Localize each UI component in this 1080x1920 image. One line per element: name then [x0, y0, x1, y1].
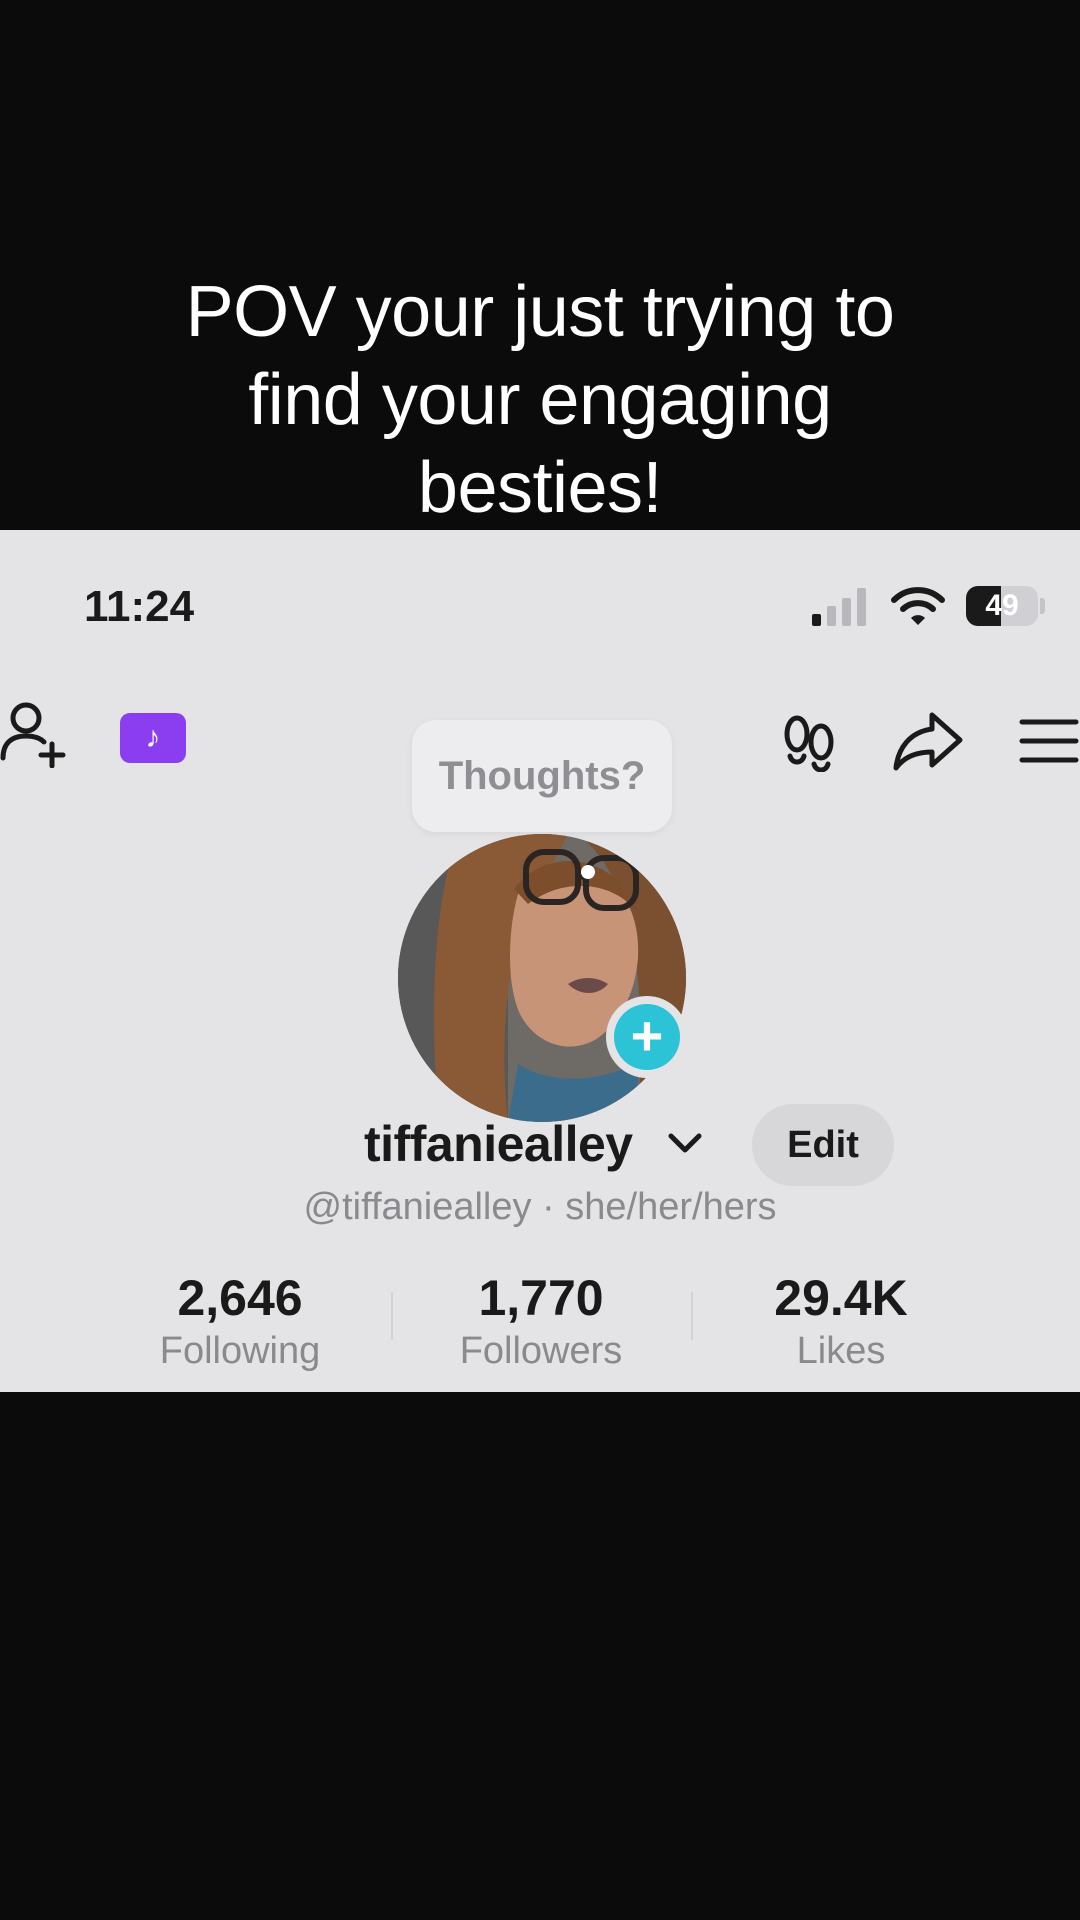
plus-icon: + — [614, 1004, 680, 1070]
stat-likes[interactable]: 29.4K Likes — [691, 1270, 991, 1376]
stat-followers[interactable]: 1,770 Followers — [391, 1270, 691, 1376]
likes-count: 29.4K — [774, 1270, 908, 1326]
share-icon[interactable] — [892, 710, 964, 772]
caption-line-2: find your engaging — [248, 360, 832, 440]
likes-label: Likes — [796, 1330, 886, 1372]
caption-line-3: besties! — [417, 448, 663, 528]
followers-label: Followers — [459, 1330, 623, 1372]
edit-profile-button[interactable]: Edit — [752, 1104, 894, 1186]
menu-icon[interactable] — [1018, 716, 1080, 766]
video-frame: POV your just trying to find your engagi… — [0, 0, 1080, 1920]
stat-following[interactable]: 2,646 Following — [90, 1270, 390, 1376]
caption-line-1: POV your just trying to — [185, 272, 895, 352]
footprint-icon[interactable] — [780, 712, 838, 772]
following-count: 2,646 — [177, 1270, 303, 1326]
profile-handle: @tiffaniealley · she/her/hers — [303, 1186, 777, 1228]
following-label: Following — [159, 1330, 321, 1372]
battery-icon: 49 — [966, 586, 1038, 626]
add-story-button[interactable]: + — [606, 996, 688, 1078]
video-caption: POV your just trying to find your engagi… — [0, 268, 1080, 532]
chevron-down-icon[interactable] — [666, 1128, 704, 1158]
status-time: 11:24 — [84, 582, 195, 631]
profile-screenshot: 11:24 49 ♪ + Thoughts? tiffaniealley Edi… — [0, 530, 1080, 1392]
tiktok-badge-icon[interactable]: ♪ — [120, 713, 186, 763]
avatar[interactable] — [398, 834, 686, 1122]
thoughts-tooltip[interactable]: Thoughts? — [412, 720, 672, 832]
followers-count: 1,770 — [478, 1270, 604, 1326]
tooltip-text: Thoughts? — [438, 754, 646, 798]
cellular-signal-icon — [812, 588, 870, 626]
battery-level: 49 — [985, 589, 1019, 622]
add-friend-icon[interactable] — [0, 698, 74, 768]
wifi-icon — [891, 587, 945, 625]
profile-username[interactable]: tiffaniealley — [364, 1115, 633, 1173]
battery-nub — [1040, 598, 1045, 614]
